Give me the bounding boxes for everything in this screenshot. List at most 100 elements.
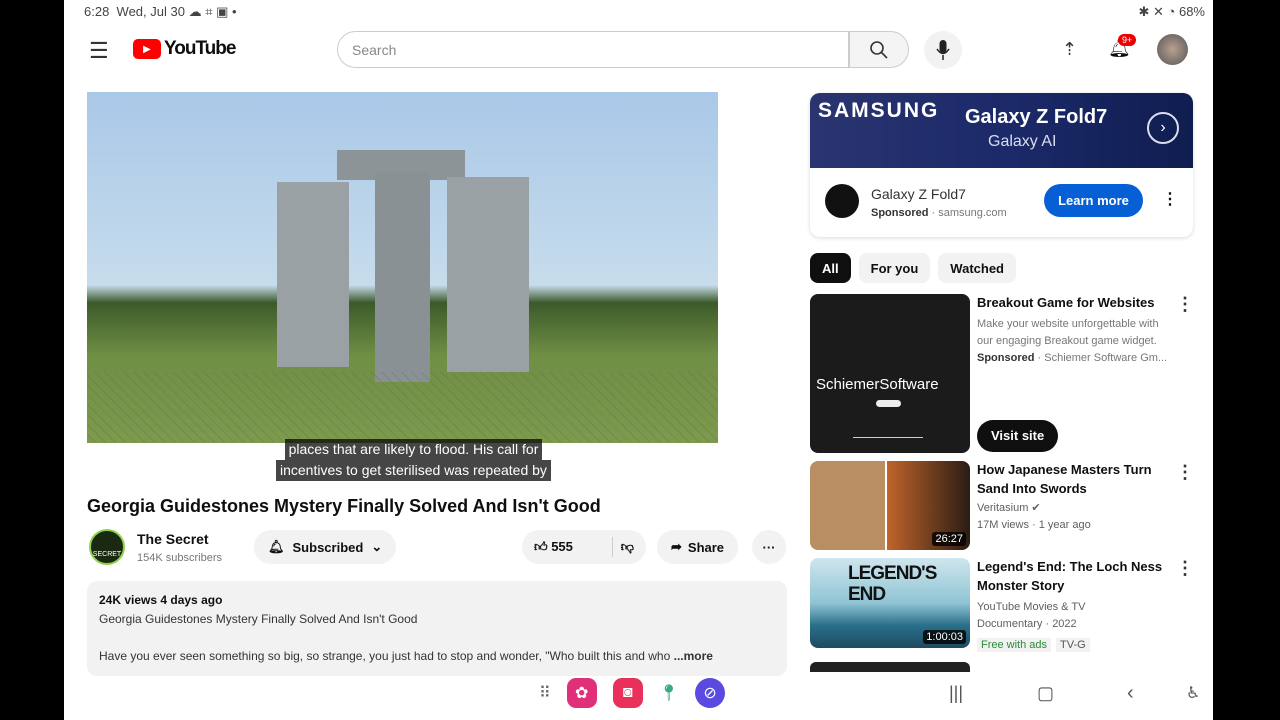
battery: 68% [1178,4,1205,19]
search-button[interactable] [849,31,909,68]
desc-line: Make your website unforgettable with [977,318,1159,330]
channel-name[interactable]: The Secret [137,531,209,547]
video-player[interactable] [87,92,718,443]
recommendation-title[interactable]: Breakout Game for Websites [977,293,1167,312]
ad-domain: samsung.com [938,207,1007,219]
ad-headline: Galaxy Z Fold7 [965,106,1108,128]
recommendation-title[interactable]: How Japanese Masters Turn Sand Into Swor… [977,460,1167,498]
subscriber-count: 154K subscribers [137,552,222,564]
recommendation-thumbnail[interactable] [810,662,970,672]
advertiser: Schiemer Software Gm... [1044,352,1168,364]
more-options-icon[interactable]: ⋮ [1176,294,1194,315]
youtube-logo[interactable]: ▶ YouTube [133,38,236,60]
thumbnail-text: END [848,584,886,605]
subscribe-label: Subscribed [292,539,364,555]
notification-badge: 9+ [1118,34,1137,46]
logo-text: YouTube [164,38,236,59]
free-badge: Free with ads [977,638,1052,652]
recommendation-thumbnail[interactable]: 26:27 [810,461,970,550]
more-options-icon[interactable]: ⋮ [1176,462,1194,483]
chip-watched[interactable]: Watched [938,253,1016,283]
description-box[interactable]: 24K views 4 days ago Georgia Guidestones… [87,581,787,676]
video-meta: 17M views · 1 year ago [977,519,1091,531]
divider [611,537,613,557]
rating-badge: TV-G [1056,638,1090,652]
video-frame [277,182,349,367]
video-captions: places that are likely to flood. His cal… [276,439,551,481]
time: 6:28 [84,4,110,19]
maps-icon[interactable]: 📍︎ [659,683,679,703]
desc-line: our engaging Breakout game widget. [977,335,1157,347]
more-link[interactable]: ...more [674,649,713,663]
status-bar-right: ✱ ✕ ◔ 68% [1138,4,1205,20]
like-count: 555 [551,539,573,554]
video-title: Georgia Guidestones Mystery Finally Solv… [87,496,601,516]
recommendation-description: Make your website unforgettable with our … [977,318,1168,364]
like-button[interactable]: 👍︎ 555 [534,539,573,555]
ad-subline: Galaxy AI [988,133,1057,150]
recents-button[interactable]: ||| [949,680,963,706]
more-actions-button[interactable]: ··· [752,530,786,564]
chip-all[interactable]: All [810,253,851,283]
learn-more-button[interactable]: Learn more [1044,184,1143,217]
thumbnail-text: SchiemerSoftware [816,376,939,393]
app-camera-icon[interactable]: ◙ [612,678,643,708]
share-button[interactable]: ➦ Share [657,530,739,564]
chevron-down-icon: ⌄ [371,539,383,554]
share-label: Share [687,539,725,555]
view-stats: 24K views 4 days ago [99,593,223,607]
accessibility-icon[interactable]: ♿︎ [1186,680,1200,706]
duration: 26:27 [932,532,966,546]
chevron-right-icon[interactable]: › [1147,112,1179,144]
visit-site-button[interactable]: Visit site [977,420,1059,452]
dislike-button[interactable]: 👎︎ [621,539,634,555]
channel-name[interactable]: YouTube Movies & TV [977,599,1085,616]
account-avatar[interactable] [1157,34,1188,65]
channel-avatar[interactable]: SECRET [89,529,125,565]
menu-icon[interactable]: ☰ [89,38,109,64]
channel-name[interactable]: Veritasium [977,502,1028,514]
date: Wed, Jul 30 [116,4,185,19]
samsung-logo: SAMSUNG [818,99,940,122]
home-button[interactable]: ▢ [1037,680,1054,706]
back-button[interactable]: ‹ [1127,680,1134,706]
taskbar: ⠿ ✿ ◙ 📍︎ ⊘ [539,678,726,708]
thumbnail-text: LEGEND'S [848,563,937,584]
recommendation-title[interactable]: Legend's End: The Loch Ness Monster Stor… [977,557,1167,595]
verified-icon: ✔ [1031,502,1041,514]
status-bar-left: 6:28 Wed, Jul 30 ☁ ⌗ ▣ • [84,4,237,20]
status-right-icons: ✱ ✕ ◔ [1138,4,1176,19]
app-flower-icon[interactable]: ✿ [566,678,597,708]
bell-icon: 🔔︎ [268,539,285,554]
more-options-icon[interactable]: ⋮ [1176,558,1194,579]
video-meta: Documentary · 2022 [977,618,1077,630]
browser-icon[interactable]: ⊘ [695,678,726,708]
upload-icon[interactable]: ⇡ [1062,39,1077,60]
search-icon [870,40,888,59]
ad-card: SAMSUNG Galaxy Z Fold7 Galaxy AI › Galax… [810,93,1193,237]
status-icons: ☁ ⌗ ▣ • [188,4,237,19]
sponsored-label: Sponsored [977,352,1035,364]
caption-line: places that are likely to flood. His cal… [284,439,543,460]
voice-search-button[interactable] [924,31,962,69]
screen: 6:28 Wed, Jul 30 ☁ ⌗ ▣ • ✱ ✕ ◔ 68% ☰ ▶ Y… [64,0,1213,720]
mic-icon [936,40,950,60]
notifications-button[interactable]: 🔔︎ 9+ [1108,34,1137,59]
share-icon: ➦ [671,539,682,554]
description-line: Have you ever seen something so big, so … [99,649,671,663]
advertiser-avatar [825,184,859,218]
ad-banner[interactable]: SAMSUNG Galaxy Z Fold7 Galaxy AI › [810,93,1193,168]
chip-for-you[interactable]: For you [858,253,931,283]
recommendation-thumbnail[interactable]: LEGEND'S END 1:00:03 [810,558,970,648]
duration: 1:00:03 [923,630,966,644]
description-line: Georgia Guidestones Mystery Finally Solv… [99,612,418,626]
youtube-play-icon: ▶ [133,39,161,59]
recommendation-thumbnail[interactable]: SchiemerSoftware [810,294,970,453]
avatar-text: SECRET [92,551,122,558]
subscribe-button[interactable]: 🔔︎ Subscribed ⌄ [254,530,397,564]
search-input[interactable]: Search [337,31,849,68]
like-dislike-group: 👍︎ 555 👎︎ [522,530,646,564]
sponsored-label: Sponsored [871,207,929,219]
ad-more-icon[interactable]: ⋮ [1162,189,1178,209]
apps-grid-icon[interactable]: ⠿ [539,683,551,703]
